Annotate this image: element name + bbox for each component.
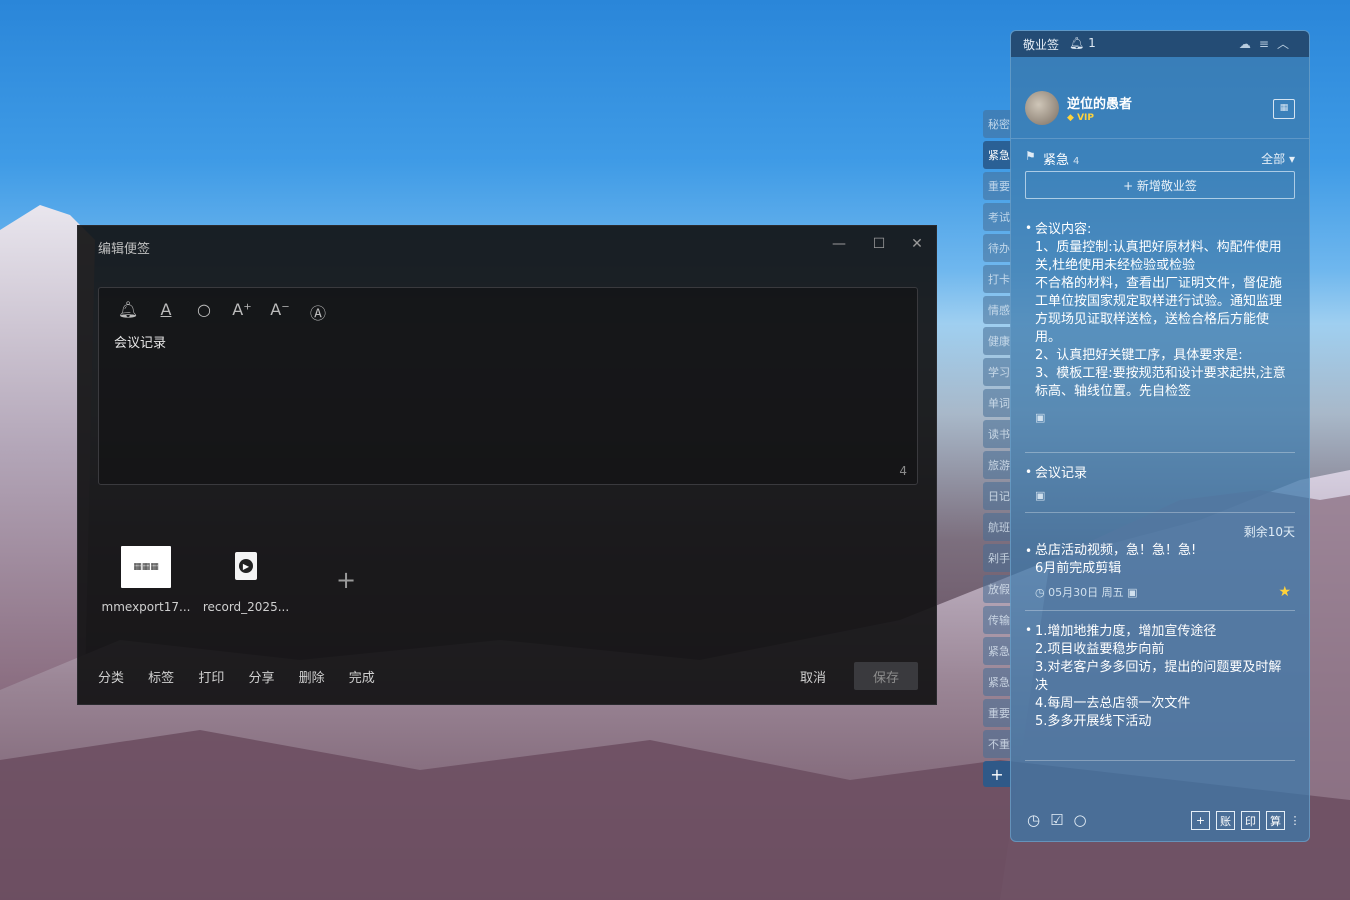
char-count: 4 [899,464,907,478]
contact-icon: ▣ [1035,489,1046,502]
panel-toolbar: ◷☑○ + 账 印 算 ⋮ [1011,801,1309,841]
category-tab[interactable]: 情感 [983,296,1011,324]
avatar[interactable] [1025,91,1059,125]
category-tab[interactable]: 紧急 [983,141,1011,169]
editor-title: 编辑便签 [98,242,151,257]
clock-icon[interactable]: ◷ [1027,811,1050,829]
panel-titlebar: 敬业签 🔔︎ 1 ☁≡︿ [1011,31,1309,57]
note-content: 会议记录 [1035,466,1088,481]
note-edit-area[interactable]: 🔔︎ A ○ A⁺ A⁻ Ⓐ 会议记录 4 [98,287,918,485]
bell-icon[interactable]: 🔔︎ [117,300,139,319]
category-tab[interactable]: 日记 [983,482,1011,510]
font-decrease-icon[interactable]: A⁻ [269,300,291,319]
category-tabs: 秘密 紧急 重要 考试 待办 打卡 情感 健康 学习 单词 读书 旅游 日记 航… [983,110,1011,787]
new-note-button[interactable]: + 新增敬业签 [1025,171,1295,199]
add-attachment-icon[interactable]: + [336,566,356,594]
complete-button[interactable]: 完成 [349,671,375,686]
tag-button[interactable]: 标签 [148,671,174,686]
cancel-button[interactable]: 取消 [800,667,826,686]
category-tab[interactable]: 旅游 [983,451,1011,479]
remaining-days: 剩余10天 [1243,525,1295,539]
category-tab[interactable]: 传输 [983,606,1011,634]
username: 逆位的愚者 [1067,97,1133,112]
add-box-icon[interactable]: + [1191,811,1210,830]
menu-icon[interactable]: ≡ [1259,37,1277,51]
notification-count: 1 [1088,36,1096,50]
font-style-icon[interactable]: Ⓐ [307,300,329,324]
notification-bell[interactable]: 🔔︎ 1 [1069,36,1096,50]
print-button[interactable]: 打印 [198,671,224,686]
close-icon[interactable]: ✕ [908,236,926,252]
search-icon[interactable]: ○ [193,300,215,319]
font-increase-icon[interactable]: A⁺ [231,300,253,319]
clock-icon: ◷ [1035,586,1045,599]
category-tab[interactable]: 秘密 [983,110,1011,138]
bell-icon: 🔔︎ [1069,36,1085,50]
category-tab[interactable]: 单词 [983,389,1011,417]
reminder-date: ◷ 05月30日 周五 ▣ [1035,586,1138,599]
note-content[interactable]: 会议记录 [114,332,166,351]
category-tab[interactable]: 航班 [983,513,1011,541]
category-tab[interactable]: 读书 [983,420,1011,448]
app-name: 敬业签 [1023,38,1060,52]
category-tab[interactable]: 剁手 [983,544,1011,572]
category-tab[interactable]: 重要 [983,172,1011,200]
category-tab[interactable]: 待办 [983,234,1011,262]
panel-left-tools: ◷☑○ [1027,811,1097,829]
delete-button[interactable]: 删除 [299,671,325,686]
user-info: 逆位的愚者 ◆ VIP ▦ [1011,57,1309,139]
calendar-check-icon[interactable]: ☑ [1050,811,1073,829]
category-tab[interactable]: 放假 [983,575,1011,603]
panel-right-tools: + 账 印 算 ⋮ [1191,811,1301,830]
attachment-label: record_2025... [202,600,290,614]
image-thumbnail-icon: ▦▦▦ [121,546,171,588]
print-button[interactable]: 印 [1241,811,1260,830]
category-tab[interactable]: 紧急 [983,637,1011,665]
share-button[interactable]: 分享 [248,671,274,686]
ledger-button[interactable]: 账 [1216,811,1235,830]
editor-actions: 分类 标签 打印 分享 删除 完成 [98,667,395,686]
collapse-icon[interactable]: ︿ [1277,37,1297,51]
category-header: ⚑ 紧急 4 全部 ▾ [1011,139,1309,171]
bookmark-icon: ⚑ [1025,149,1036,163]
category-tab[interactable]: 考试 [983,203,1011,231]
category-name: 紧急 4 [1043,153,1080,168]
category-tab[interactable]: 健康 [983,327,1011,355]
add-category-button[interactable]: + [983,761,1011,787]
category-tab[interactable]: 打卡 [983,265,1011,293]
save-button[interactable]: 保存 [854,662,918,690]
search-icon[interactable]: ○ [1074,811,1097,829]
star-icon[interactable]: ★ [1278,584,1291,600]
category-button[interactable]: 分类 [98,671,124,686]
note-item[interactable]: • 会议记录 ▣ [1025,453,1295,513]
note-content: 1.增加地推力度，增加宣传途径 2.项目收益要稳步向前 3.对老客户多多回访，提… [1035,624,1282,729]
maximize-icon[interactable]: ☐ [870,236,888,252]
attachment-image[interactable]: ▦▦▦ mmexport17... [96,546,196,614]
font-color-icon[interactable]: A [155,300,177,319]
note-item[interactable]: • 1.增加地推力度，增加宣传途径 2.项目收益要稳步向前 3.对老客户多多回访… [1025,611,1295,761]
vip-badge: ◆ VIP [1067,113,1094,123]
attachment-audio[interactable]: ▶ record_2025... [196,546,296,614]
category-tab[interactable]: 重要 [983,699,1011,727]
calculator-button[interactable]: 算 [1266,811,1285,830]
note-item[interactable]: • 会议内容: 1、质量控制:认真把好原材料、构配件使用 关,杜绝使用未经检验或… [1025,199,1295,453]
note-content: 总店活动视频，急！急！急! 6月前完成剪辑 [1035,543,1197,576]
category-tab[interactable]: 紧急 [983,668,1011,696]
more-icon[interactable]: ⋮ [1290,811,1301,830]
attachment-label: mmexport17... [101,600,191,614]
notes-panel: 敬业签 🔔︎ 1 ☁≡︿ 逆位的愚者 ◆ VIP ▦ ⚑ 紧急 4 全部 ▾ + … [1010,30,1310,842]
contact-icon: ▣ [1035,411,1046,424]
calendar-icon[interactable]: ▦ [1273,99,1295,119]
minimize-icon[interactable]: — [830,236,848,252]
category-tab[interactable]: 学习 [983,358,1011,386]
note-item[interactable]: 剩余10天 • 总店活动视频，急！急！急! 6月前完成剪辑 ◷ 05月30日 周… [1025,513,1295,611]
cloud-icon[interactable]: ☁ [1239,37,1259,51]
audio-file-icon: ▶ [235,552,257,580]
note-content: 会议内容: 1、质量控制:认真把好原材料、构配件使用 关,杜绝使用未经检验或检验… [1035,222,1286,399]
filter-dropdown[interactable]: 全部 ▾ [1261,150,1295,167]
note-editor-window: 编辑便签 — ☐ ✕ 🔔︎ A ○ A⁺ A⁻ Ⓐ 会议记录 4 ▦▦▦ mme… [77,225,937,705]
category-tab[interactable]: 不重 [983,730,1011,758]
panel-controls: ☁≡︿ [1239,35,1297,52]
